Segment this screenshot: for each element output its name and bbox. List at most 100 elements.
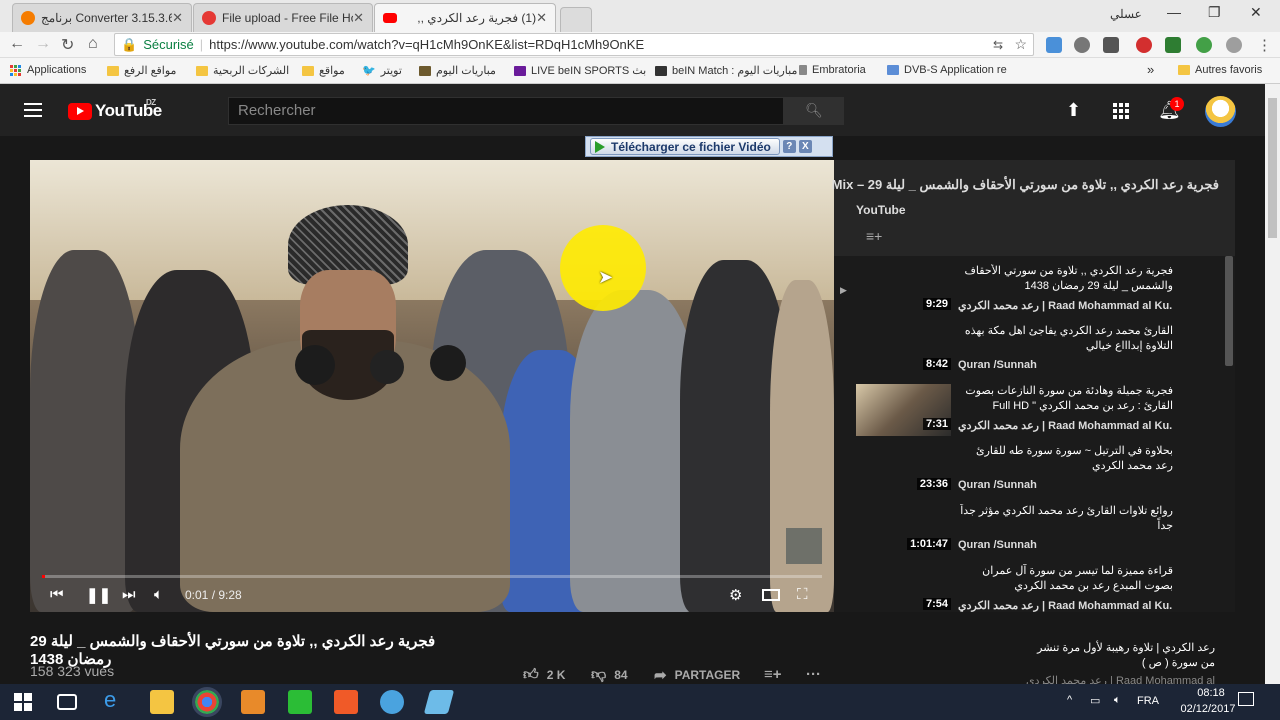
play-arrow-icon	[595, 140, 605, 153]
extension-icon-4[interactable]	[1165, 37, 1181, 53]
extension-icon-2[interactable]	[1074, 37, 1090, 53]
progress-fill	[42, 575, 45, 578]
apps-icon[interactable]	[1113, 103, 1129, 119]
apps-bookmark[interactable]: Applications	[10, 64, 86, 76]
star-icon[interactable]: ☆	[1014, 36, 1027, 53]
search-button[interactable]: 🔍︎	[784, 97, 844, 125]
save-playlist-icon[interactable]: ≡+	[866, 228, 882, 244]
extension-icon-5[interactable]	[1196, 37, 1212, 53]
forward-icon[interactable]: →	[35, 35, 51, 53]
notification-badge: 1	[1170, 97, 1184, 111]
extension-icon-off[interactable]	[1103, 37, 1119, 53]
playlist-item[interactable]: 1:01:47 روائع تلاوات القارئ رعد محمد الك…	[834, 500, 1226, 560]
window-close-icon[interactable]: ✕	[1250, 4, 1262, 21]
other-bookmarks[interactable]: Autres favoris	[1178, 64, 1262, 76]
browser-tab-2[interactable]: File upload - Free File Ho ✕	[193, 3, 373, 32]
theater-mode-icon[interactable]	[762, 589, 780, 601]
windows-start-icon[interactable]	[14, 693, 32, 711]
previous-icon[interactable]: ⏮	[50, 586, 64, 603]
progress-bar[interactable]	[42, 575, 822, 578]
app-icon-3[interactable]	[423, 690, 455, 714]
playlist-item[interactable]: 7:31 فجرية جميلة وهادئة من سورة النازعات…	[834, 380, 1226, 440]
menu-icon[interactable]: ⋮	[1257, 36, 1272, 54]
playlist-item[interactable]: 8:42 القارئ محمد رعد الكردي يفاجئ اهل مك…	[834, 320, 1226, 380]
twitter-icon: 🐦	[362, 65, 376, 77]
bookmark-item[interactable]: LIVE beIN SPORTS بث	[514, 64, 646, 77]
extension-icon-6[interactable]	[1226, 37, 1242, 53]
volume-icon[interactable]: 🔈︎	[154, 586, 163, 603]
search-input[interactable]: Rechercher	[228, 97, 784, 125]
bookmark-item[interactable]: مباريات اليوم	[419, 64, 496, 77]
bookmark-item[interactable]: beIN Match : مباريات اليوم	[655, 64, 797, 77]
tray-overflow-icon[interactable]: ^	[1067, 694, 1072, 706]
app-icon[interactable]	[334, 690, 358, 714]
playlist-owner[interactable]: YouTube	[856, 203, 906, 217]
upload-icon[interactable]: ⬆	[1066, 100, 1081, 121]
playlist-item[interactable]: 9:29 فجرية رعد الكردي ,, تلاوة من سورتي …	[834, 260, 1226, 320]
playlist-item[interactable]: 7:54 قراءة مميزة لما تيسر من سورة آل عمر…	[834, 560, 1226, 612]
translate-icon[interactable]: ⇆	[993, 38, 1003, 52]
share-button[interactable]: ➦ PARTAGER	[654, 666, 740, 684]
scrollbar-thumb[interactable]	[1268, 98, 1277, 238]
extension-icon-3[interactable]	[1136, 37, 1152, 53]
more-options-icon[interactable]: ···	[806, 666, 821, 683]
tab-label: برنامج Converter 3.15.3.6544	[41, 11, 172, 25]
address-bar[interactable]: 🔒 Sécurisé | https://www.youtube.com/wat…	[114, 33, 1034, 56]
bookmark-item[interactable]: مواقع الرفع	[107, 64, 176, 77]
browser-tab-3[interactable]: (1) فجرية رعد الكردي ,, ✕	[374, 3, 556, 32]
settings-gear-icon[interactable]: ⚙	[729, 586, 742, 604]
fullscreen-icon[interactable]: ⛶	[797, 586, 808, 603]
close-button[interactable]: X	[798, 140, 812, 153]
minimize-icon[interactable]: —	[1167, 4, 1181, 20]
close-icon[interactable]: ✕	[353, 10, 364, 26]
next-icon[interactable]: ⏭	[122, 586, 136, 603]
media-player-icon[interactable]	[241, 690, 265, 714]
network-icon[interactable]: ▭	[1090, 694, 1100, 707]
avatar[interactable]	[1205, 96, 1236, 127]
browser-tab-1[interactable]: برنامج Converter 3.15.3.6544 ✕	[12, 3, 192, 32]
bookmarks-bar: Applications مواقع الرفع الشركات الربحية…	[0, 58, 1280, 84]
camtasia-icon[interactable]	[288, 690, 312, 714]
folder-icon	[1178, 65, 1190, 75]
up-next-title[interactable]: رعد الكردي | تلاوة رهيبة لأول مرة تنشر م…	[1020, 641, 1215, 671]
chrome-icon[interactable]	[192, 687, 222, 717]
back-icon[interactable]: ←	[9, 35, 25, 53]
bookmark-item[interactable]: Embratoria	[799, 64, 866, 76]
language-indicator[interactable]: FRA	[1137, 695, 1159, 707]
new-tab-button[interactable]	[560, 7, 592, 32]
clock-time[interactable]: 08:18	[1181, 687, 1241, 699]
playlist-item[interactable]: 23:36 بحلاوة في الترتيل ~ سورة سورة طه ل…	[834, 440, 1226, 500]
volume-tray-icon[interactable]: 🔈︎	[1114, 694, 1121, 707]
close-icon[interactable]: ✕	[172, 10, 183, 26]
edge-icon[interactable]: e	[104, 687, 128, 712]
playlist-scrollbar[interactable]	[1225, 256, 1233, 366]
reload-icon[interactable]: ↻	[61, 35, 74, 55]
home-icon[interactable]: ⌂	[88, 35, 98, 53]
file-explorer-icon[interactable]	[150, 690, 174, 714]
close-icon[interactable]: ✕	[536, 10, 547, 26]
pause-icon[interactable]: ❚❚	[86, 586, 111, 604]
hamburger-menu-icon[interactable]	[24, 103, 42, 117]
dislike-button[interactable]: 👎︎ 84	[591, 666, 628, 684]
download-video-button[interactable]: Télécharger ce fichier Vidéo	[590, 138, 780, 155]
video-player[interactable]: ➤ ⏮ ❚❚ ⏭ 🔈︎ 0:01 / 9:28 ⚙ ⛶	[30, 160, 834, 612]
app-icon-2[interactable]	[380, 690, 404, 714]
maximize-icon[interactable]: ❐	[1208, 4, 1221, 21]
playlist-title[interactable]: فجرية رعد الكردي ,, تلاوة من سورتي الأحق…	[832, 177, 1219, 193]
bookmarks-overflow[interactable]: »	[1147, 62, 1154, 77]
page-scrollbar[interactable]	[1265, 84, 1280, 684]
bookmark-item[interactable]: مواقع	[302, 64, 345, 77]
profile-name[interactable]: عسلي	[1110, 7, 1142, 21]
task-view-icon[interactable]	[57, 694, 77, 710]
like-button[interactable]: 👍︎ 2 K	[523, 666, 565, 684]
help-button[interactable]: ?	[782, 140, 796, 153]
bookmark-item[interactable]: DVB-S Application re	[887, 64, 1007, 76]
bookmark-item[interactable]: 🐦 تويتر	[362, 64, 402, 77]
bookmark-item[interactable]: الشركات الربحية	[196, 64, 289, 77]
extension-icon-1[interactable]	[1046, 37, 1062, 53]
channel-watermark[interactable]	[786, 528, 822, 564]
action-center-icon[interactable]	[1238, 692, 1254, 706]
youtube-logo[interactable]: YouTube DZ	[68, 98, 162, 121]
add-to-playlist-icon[interactable]: ≡+	[764, 666, 782, 683]
clock-date[interactable]: 02/12/2017	[1168, 703, 1248, 715]
